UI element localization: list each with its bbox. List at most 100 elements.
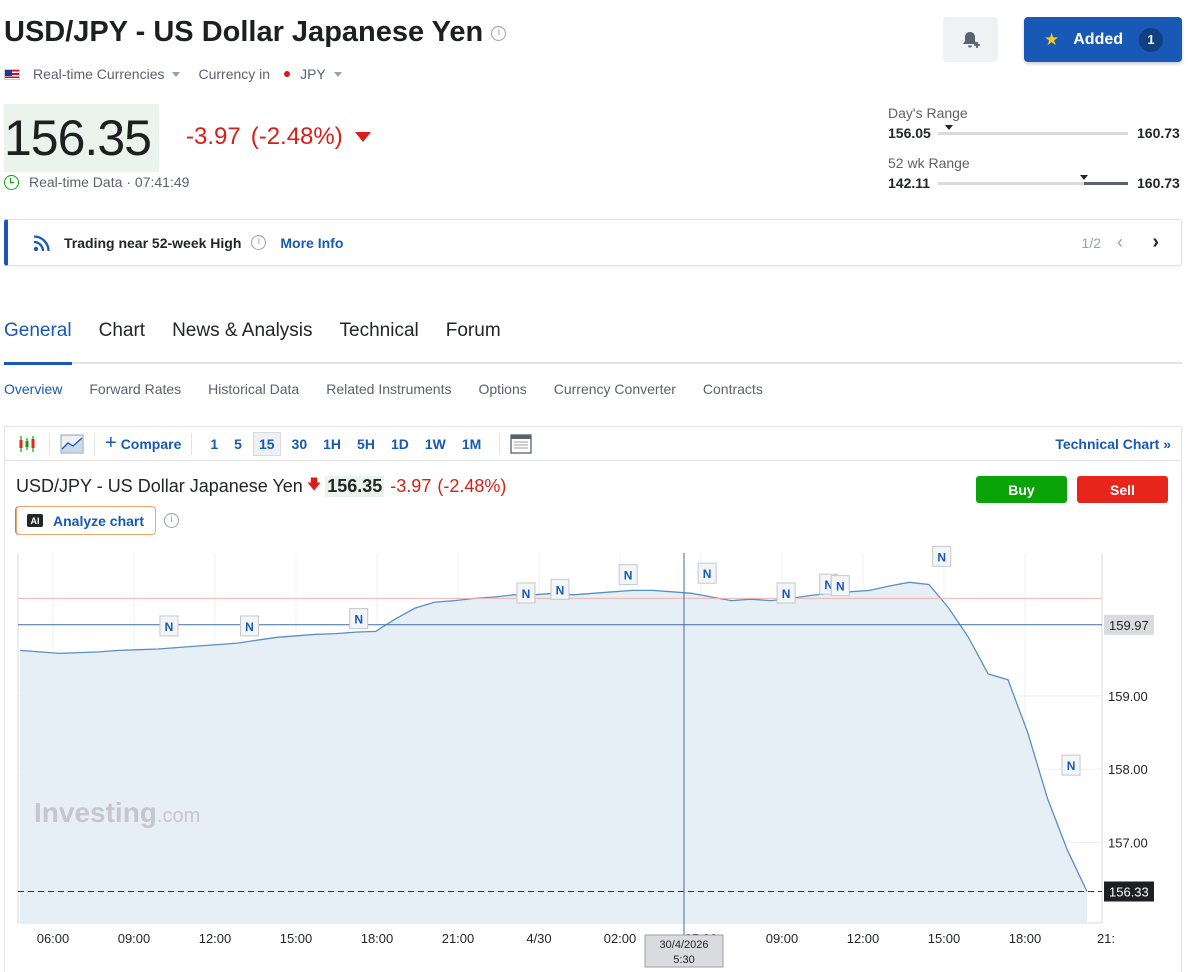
- watchlist-count-badge: 1: [1139, 27, 1164, 52]
- x-tick-label: 12:00: [199, 931, 232, 946]
- toolbar-separator: [94, 432, 95, 455]
- tab-general[interactable]: General: [4, 320, 72, 365]
- page-title: USD/JPY - US Dollar Japanese Yen i: [4, 16, 507, 49]
- market-type[interactable]: Real-time Currencies: [33, 66, 164, 82]
- news-marker-label: N: [245, 620, 254, 634]
- news-marker: N: [349, 608, 369, 630]
- price-area: [20, 582, 1087, 923]
- banner-pager: 1/2: [1081, 234, 1101, 251]
- period-1[interactable]: 1: [210, 436, 218, 452]
- news-marker-label: N: [624, 569, 633, 583]
- crosshair-tooltip: 30/4/2026 5:30: [644, 934, 724, 968]
- insight-text: Trading near 52-week High: [64, 234, 242, 251]
- x-tick-label: 12:00: [847, 931, 880, 946]
- crosshair-time: 5:30: [673, 954, 694, 966]
- info-icon[interactable]: i: [164, 513, 179, 528]
- x-axis: 06:00 09:00 12:00 15:00 18:00 21:00 4/30 02:00 0…: [37, 931, 1115, 968]
- tab-technical[interactable]: Technical: [340, 320, 419, 365]
- table-view-icon[interactable]: [510, 433, 532, 454]
- realtime-row: Real-time Data · 07:41:49: [4, 174, 189, 190]
- previous-close-tag: 159.97: [1104, 614, 1154, 635]
- price-change: -3.97 (-2.48%): [186, 123, 371, 151]
- news-marker: N: [932, 545, 952, 567]
- previous-close-label: 159.97: [1109, 618, 1149, 633]
- sub-tabs: Overview Forward Rates Historical Data R…: [4, 381, 790, 397]
- subtab-forward-rates[interactable]: Forward Rates: [89, 381, 181, 397]
- subtab-options[interactable]: Options: [479, 381, 527, 397]
- chevron-down-icon[interactable]: [172, 71, 181, 77]
- subtab-historical-data[interactable]: Historical Data: [208, 381, 299, 397]
- x-tick-label: 02:00: [604, 931, 637, 946]
- info-icon[interactable]: i: [491, 25, 507, 41]
- analyze-chart-button[interactable]: AI Analyze chart: [16, 506, 156, 535]
- area-chart-icon[interactable]: [60, 433, 84, 455]
- news-marker-label: N: [556, 583, 565, 597]
- down-arrow-icon: 🡇: [306, 476, 322, 492]
- news-marker: N: [697, 562, 717, 584]
- news-marker-label: N: [782, 587, 791, 601]
- week52-range-high: 160.73: [1137, 175, 1180, 191]
- period-1d[interactable]: 1D: [391, 436, 409, 452]
- tab-news-analysis[interactable]: News & Analysis: [172, 320, 312, 365]
- news-marker: N: [240, 615, 260, 637]
- star-icon: ★: [1044, 29, 1060, 49]
- news-marker: N: [776, 582, 796, 604]
- y-axis: 157.00 158.00 159.00 159.97 156.33: [1104, 614, 1154, 902]
- plus-icon: +: [105, 432, 117, 454]
- toolbar-separator: [49, 432, 50, 455]
- subtab-contracts[interactable]: Contracts: [703, 381, 763, 397]
- chevron-left-icon[interactable]: ‹: [1117, 232, 1123, 253]
- period-5h[interactable]: 5H: [357, 436, 375, 452]
- chart-price: 156.35: [325, 475, 385, 497]
- sell-button[interactable]: Sell: [1077, 476, 1168, 503]
- news-marker: N: [159, 615, 179, 637]
- y-tick-label: 158.00: [1108, 762, 1148, 777]
- chevron-right-icon[interactable]: ›: [1152, 231, 1159, 254]
- compare-button[interactable]: + Compare: [105, 432, 181, 455]
- rss-icon: [33, 234, 50, 251]
- period-1h[interactable]: 1H: [323, 436, 341, 452]
- last-price-label: 156.33: [1109, 884, 1149, 899]
- news-marker: N: [516, 582, 536, 604]
- period-1w[interactable]: 1W: [425, 436, 446, 452]
- x-tick-label: 15:00: [280, 931, 313, 946]
- chevron-down-icon[interactable]: [333, 71, 342, 77]
- chart-change-pct: (-2.48%): [437, 475, 507, 496]
- x-tick-label: 18:00: [1009, 931, 1042, 946]
- technical-chart-link[interactable]: Technical Chart »: [1055, 436, 1171, 452]
- currency-in-label: Currency in: [198, 66, 271, 82]
- x-tick-label: 21:00: [442, 931, 475, 946]
- tab-forum[interactable]: Forum: [446, 320, 501, 365]
- watchlist-added-button[interactable]: ★ Added 1: [1024, 17, 1182, 62]
- x-tick-label: 09:00: [118, 931, 151, 946]
- chart-change: -3.97: [390, 475, 432, 496]
- create-alert-button[interactable]: [943, 17, 998, 62]
- subtab-related-instruments[interactable]: Related Instruments: [326, 381, 451, 397]
- us-flag-icon: [4, 68, 20, 80]
- main-tabs: General Chart News & Analysis Technical …: [4, 320, 528, 365]
- news-marker-label: N: [522, 587, 531, 601]
- y-tick-label: 159.00: [1108, 689, 1148, 704]
- ai-icon: AI: [27, 514, 43, 527]
- news-marker: N: [830, 575, 850, 597]
- currency-select[interactable]: JPY: [300, 66, 326, 82]
- price-chart[interactable]: N NNN NN NNN NNN 157.00158.00159.00159.97156…: [0, 545, 1200, 972]
- news-marker: N: [550, 578, 570, 600]
- subtab-currency-converter[interactable]: Currency Converter: [554, 381, 676, 397]
- chart-header: USD/JPY - US Dollar Japanese Yen 🡇 156.3…: [16, 474, 506, 498]
- buy-button[interactable]: Buy: [976, 476, 1067, 503]
- news-marker-label: N: [703, 567, 712, 581]
- bell-plus-icon: [962, 31, 980, 48]
- more-info-link[interactable]: More Info: [280, 235, 343, 251]
- news-marker: N: [618, 564, 638, 586]
- period-15[interactable]: 15: [252, 431, 281, 456]
- chart-instrument-name: USD/JPY - US Dollar Japanese Yen: [16, 475, 303, 496]
- x-tick-label: 09:00: [766, 931, 799, 946]
- period-1m[interactable]: 1M: [462, 436, 481, 452]
- tab-chart[interactable]: Chart: [99, 320, 145, 365]
- candlestick-icon[interactable]: [17, 433, 39, 455]
- subtab-overview[interactable]: Overview: [4, 381, 62, 397]
- info-icon[interactable]: i: [251, 235, 267, 250]
- period-5[interactable]: 5: [234, 436, 242, 452]
- period-30[interactable]: 30: [292, 436, 308, 452]
